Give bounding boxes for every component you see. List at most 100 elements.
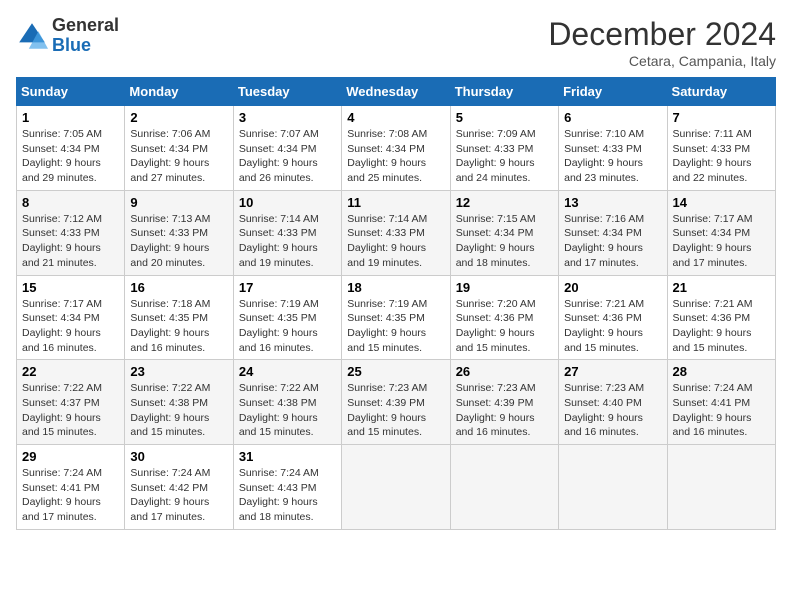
day-number: 18 [347, 280, 444, 295]
day-number: 24 [239, 364, 336, 379]
calendar-cell: 15 Sunrise: 7:17 AM Sunset: 4:34 PM Dayl… [17, 275, 125, 360]
calendar-cell [450, 445, 558, 530]
day-number: 9 [130, 195, 227, 210]
calendar-cell: 8 Sunrise: 7:12 AM Sunset: 4:33 PM Dayli… [17, 190, 125, 275]
day-info: Sunrise: 7:05 AM Sunset: 4:34 PM Dayligh… [22, 127, 119, 186]
day-number: 3 [239, 110, 336, 125]
day-info: Sunrise: 7:24 AM Sunset: 4:41 PM Dayligh… [673, 381, 770, 440]
day-info: Sunrise: 7:23 AM Sunset: 4:39 PM Dayligh… [456, 381, 553, 440]
calendar-table: SundayMondayTuesdayWednesdayThursdayFrid… [16, 77, 776, 530]
day-number: 31 [239, 449, 336, 464]
day-info: Sunrise: 7:20 AM Sunset: 4:36 PM Dayligh… [456, 297, 553, 356]
month-title: December 2024 [548, 16, 776, 53]
day-info: Sunrise: 7:24 AM Sunset: 4:42 PM Dayligh… [130, 466, 227, 525]
logo-general-text: General [52, 16, 119, 36]
calendar-cell: 22 Sunrise: 7:22 AM Sunset: 4:37 PM Dayl… [17, 360, 125, 445]
day-number: 23 [130, 364, 227, 379]
day-number: 29 [22, 449, 119, 464]
calendar-cell: 28 Sunrise: 7:24 AM Sunset: 4:41 PM Dayl… [667, 360, 775, 445]
day-number: 27 [564, 364, 661, 379]
weekday-header-thursday: Thursday [450, 78, 558, 106]
logo-text: General Blue [52, 16, 119, 56]
day-number: 1 [22, 110, 119, 125]
day-info: Sunrise: 7:10 AM Sunset: 4:33 PM Dayligh… [564, 127, 661, 186]
day-info: Sunrise: 7:23 AM Sunset: 4:39 PM Dayligh… [347, 381, 444, 440]
day-info: Sunrise: 7:13 AM Sunset: 4:33 PM Dayligh… [130, 212, 227, 271]
day-number: 8 [22, 195, 119, 210]
day-info: Sunrise: 7:14 AM Sunset: 4:33 PM Dayligh… [347, 212, 444, 271]
day-info: Sunrise: 7:11 AM Sunset: 4:33 PM Dayligh… [673, 127, 770, 186]
calendar-cell: 31 Sunrise: 7:24 AM Sunset: 4:43 PM Dayl… [233, 445, 341, 530]
calendar-cell [342, 445, 450, 530]
day-info: Sunrise: 7:22 AM Sunset: 4:38 PM Dayligh… [130, 381, 227, 440]
calendar-cell: 1 Sunrise: 7:05 AM Sunset: 4:34 PM Dayli… [17, 106, 125, 191]
day-number: 28 [673, 364, 770, 379]
day-info: Sunrise: 7:19 AM Sunset: 4:35 PM Dayligh… [239, 297, 336, 356]
logo-blue-text: Blue [52, 36, 119, 56]
weekday-header-wednesday: Wednesday [342, 78, 450, 106]
calendar-cell: 19 Sunrise: 7:20 AM Sunset: 4:36 PM Dayl… [450, 275, 558, 360]
weekday-header-saturday: Saturday [667, 78, 775, 106]
day-number: 12 [456, 195, 553, 210]
day-number: 30 [130, 449, 227, 464]
day-info: Sunrise: 7:23 AM Sunset: 4:40 PM Dayligh… [564, 381, 661, 440]
calendar-cell: 30 Sunrise: 7:24 AM Sunset: 4:42 PM Dayl… [125, 445, 233, 530]
day-number: 15 [22, 280, 119, 295]
calendar-cell: 14 Sunrise: 7:17 AM Sunset: 4:34 PM Dayl… [667, 190, 775, 275]
calendar-cell: 24 Sunrise: 7:22 AM Sunset: 4:38 PM Dayl… [233, 360, 341, 445]
calendar-cell: 25 Sunrise: 7:23 AM Sunset: 4:39 PM Dayl… [342, 360, 450, 445]
day-number: 4 [347, 110, 444, 125]
day-number: 2 [130, 110, 227, 125]
calendar-cell: 2 Sunrise: 7:06 AM Sunset: 4:34 PM Dayli… [125, 106, 233, 191]
day-info: Sunrise: 7:06 AM Sunset: 4:34 PM Dayligh… [130, 127, 227, 186]
calendar-cell: 12 Sunrise: 7:15 AM Sunset: 4:34 PM Dayl… [450, 190, 558, 275]
day-number: 5 [456, 110, 553, 125]
day-number: 19 [456, 280, 553, 295]
page-header: General Blue December 2024 Cetara, Campa… [16, 16, 776, 69]
day-info: Sunrise: 7:09 AM Sunset: 4:33 PM Dayligh… [456, 127, 553, 186]
calendar-cell: 16 Sunrise: 7:18 AM Sunset: 4:35 PM Dayl… [125, 275, 233, 360]
weekday-header-sunday: Sunday [17, 78, 125, 106]
calendar-cell: 6 Sunrise: 7:10 AM Sunset: 4:33 PM Dayli… [559, 106, 667, 191]
day-number: 7 [673, 110, 770, 125]
day-number: 13 [564, 195, 661, 210]
day-info: Sunrise: 7:19 AM Sunset: 4:35 PM Dayligh… [347, 297, 444, 356]
calendar-cell: 26 Sunrise: 7:23 AM Sunset: 4:39 PM Dayl… [450, 360, 558, 445]
calendar-week-row: 29 Sunrise: 7:24 AM Sunset: 4:41 PM Dayl… [17, 445, 776, 530]
weekday-header-friday: Friday [559, 78, 667, 106]
day-number: 26 [456, 364, 553, 379]
calendar-cell [559, 445, 667, 530]
weekday-header-monday: Monday [125, 78, 233, 106]
calendar-cell: 18 Sunrise: 7:19 AM Sunset: 4:35 PM Dayl… [342, 275, 450, 360]
day-number: 11 [347, 195, 444, 210]
day-number: 6 [564, 110, 661, 125]
calendar-cell: 21 Sunrise: 7:21 AM Sunset: 4:36 PM Dayl… [667, 275, 775, 360]
day-number: 10 [239, 195, 336, 210]
calendar-cell: 11 Sunrise: 7:14 AM Sunset: 4:33 PM Dayl… [342, 190, 450, 275]
calendar-week-row: 15 Sunrise: 7:17 AM Sunset: 4:34 PM Dayl… [17, 275, 776, 360]
day-number: 25 [347, 364, 444, 379]
calendar-cell: 20 Sunrise: 7:21 AM Sunset: 4:36 PM Dayl… [559, 275, 667, 360]
calendar-cell: 10 Sunrise: 7:14 AM Sunset: 4:33 PM Dayl… [233, 190, 341, 275]
day-info: Sunrise: 7:24 AM Sunset: 4:41 PM Dayligh… [22, 466, 119, 525]
calendar-cell: 17 Sunrise: 7:19 AM Sunset: 4:35 PM Dayl… [233, 275, 341, 360]
day-number: 20 [564, 280, 661, 295]
day-number: 21 [673, 280, 770, 295]
day-info: Sunrise: 7:17 AM Sunset: 4:34 PM Dayligh… [22, 297, 119, 356]
calendar-cell: 13 Sunrise: 7:16 AM Sunset: 4:34 PM Dayl… [559, 190, 667, 275]
day-info: Sunrise: 7:21 AM Sunset: 4:36 PM Dayligh… [673, 297, 770, 356]
calendar-week-row: 1 Sunrise: 7:05 AM Sunset: 4:34 PM Dayli… [17, 106, 776, 191]
calendar-cell: 5 Sunrise: 7:09 AM Sunset: 4:33 PM Dayli… [450, 106, 558, 191]
day-info: Sunrise: 7:24 AM Sunset: 4:43 PM Dayligh… [239, 466, 336, 525]
logo: General Blue [16, 16, 119, 56]
location-subtitle: Cetara, Campania, Italy [548, 53, 776, 69]
day-number: 22 [22, 364, 119, 379]
weekday-header-tuesday: Tuesday [233, 78, 341, 106]
calendar-header-row: SundayMondayTuesdayWednesdayThursdayFrid… [17, 78, 776, 106]
day-info: Sunrise: 7:08 AM Sunset: 4:34 PM Dayligh… [347, 127, 444, 186]
calendar-cell: 23 Sunrise: 7:22 AM Sunset: 4:38 PM Dayl… [125, 360, 233, 445]
day-info: Sunrise: 7:07 AM Sunset: 4:34 PM Dayligh… [239, 127, 336, 186]
title-block: December 2024 Cetara, Campania, Italy [548, 16, 776, 69]
logo-icon [16, 20, 48, 52]
day-info: Sunrise: 7:16 AM Sunset: 4:34 PM Dayligh… [564, 212, 661, 271]
